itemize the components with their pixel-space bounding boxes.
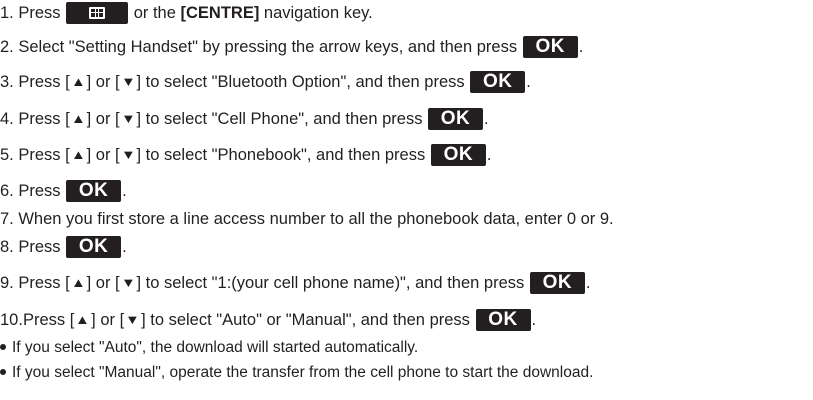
step-end: .	[578, 38, 584, 56]
bullet-text: If you select "Auto", the download will …	[12, 339, 419, 356]
ok-key-button: OK	[428, 108, 484, 130]
step-text: Press	[18, 238, 66, 256]
down-arrow-icon: ▼	[125, 312, 141, 327]
step-text: Press [	[18, 73, 70, 91]
step-text: ] or [	[86, 73, 120, 91]
step-1: 1. Press or the [CENTRE] navigation key.	[0, 2, 373, 24]
up-arrow-icon: ▲	[70, 74, 86, 89]
down-arrow-icon: ▼	[120, 74, 136, 89]
step-8: 8. Press OK .	[0, 236, 127, 258]
step-number: 9.	[0, 274, 14, 292]
ok-key-button: OK	[66, 180, 122, 202]
ok-key-button: OK	[66, 236, 122, 258]
ok-key-button: OK	[529, 272, 585, 294]
step-text: Press	[18, 182, 66, 200]
ok-key-button: OK	[470, 71, 526, 93]
step-text: ] to select "Phonebook", and then press	[136, 146, 430, 164]
bullet-item-auto: If you select "Auto", the download will …	[0, 337, 418, 359]
step-text: or the	[129, 4, 181, 22]
step-number: 7.	[0, 210, 14, 228]
step-text: ] or [	[86, 110, 120, 128]
step-text: Press [	[18, 274, 70, 292]
down-arrow-icon: ▼	[120, 111, 136, 126]
step-text: ] or [	[91, 311, 125, 329]
step-text: ] to select "Cell Phone", and then press	[136, 110, 428, 128]
ok-key-button: OK	[475, 309, 531, 331]
step-number: 10.	[0, 311, 23, 329]
step-text: Press [	[18, 146, 70, 164]
step-number: 2.	[0, 38, 14, 56]
centre-key-label: [CENTRE]	[180, 4, 260, 22]
step-end: .	[122, 182, 127, 200]
step-3: 3. Press [ ▲ ] or [ ▼ ] to select "Bluet…	[0, 71, 531, 93]
down-arrow-icon: ▼	[120, 275, 136, 290]
step-6: 6. Press OK .	[0, 180, 127, 202]
step-end: .	[526, 73, 531, 91]
step-text: ] to select "1:(your cell phone name)", …	[136, 274, 529, 292]
bullet-icon	[0, 344, 6, 350]
step-text: ] to select "Bluetooth Option", and then…	[136, 73, 470, 91]
ok-key-button: OK	[522, 36, 578, 58]
up-arrow-icon: ▲	[70, 275, 86, 290]
step-number: 3.	[0, 73, 14, 91]
step-end: .	[484, 110, 489, 128]
menu-key-button	[66, 2, 129, 24]
step-text: Press	[18, 4, 66, 22]
step-number: 5.	[0, 146, 14, 164]
step-9: 9. Press [ ▲ ] or [ ▼ ] to select "1:(yo…	[0, 272, 590, 294]
instruction-page: 1. Press or the [CENTRE] navigation key.…	[0, 0, 813, 400]
step-text: ] or [	[86, 274, 120, 292]
step-4: 4. Press [ ▲ ] or [ ▼ ] to select "Cell …	[0, 108, 489, 130]
up-arrow-icon: ▲	[70, 147, 86, 162]
step-text: Select "Setting Handset" by pressing the…	[18, 38, 522, 56]
step-text: navigation key.	[259, 4, 373, 22]
step-text: Press [	[22, 311, 75, 329]
step-number: 6.	[0, 182, 14, 200]
step-number: 4.	[0, 110, 14, 128]
step-text: ] or [	[86, 146, 120, 164]
step-text: Press [	[18, 110, 70, 128]
bullet-item-manual: If you select "Manual", operate the tran…	[0, 362, 593, 384]
step-text: ] to select "Auto" or "Manual", and then…	[141, 311, 475, 329]
step-2: 2. Select "Setting Handset" by pressing …	[0, 36, 583, 58]
down-arrow-icon: ▼	[120, 147, 136, 162]
step-text: When you first store a line access numbe…	[18, 210, 614, 228]
bullet-icon	[0, 369, 6, 375]
step-end: .	[122, 238, 127, 256]
up-arrow-icon: ▲	[75, 312, 91, 327]
step-10: 10. Press [ ▲ ] or [ ▼ ] to select "Auto…	[0, 309, 536, 331]
up-arrow-icon: ▲	[70, 111, 86, 126]
bullet-text: If you select "Manual", operate the tran…	[12, 364, 594, 381]
step-number: 1.	[0, 4, 14, 22]
ok-key-button: OK	[430, 144, 486, 166]
step-end: .	[486, 146, 492, 164]
step-end: .	[531, 311, 537, 329]
step-7: 7. When you first store a line access nu…	[0, 208, 614, 230]
step-end: .	[585, 274, 591, 292]
step-5: 5. Press [ ▲ ] or [ ▼ ] to select "Phone…	[0, 144, 491, 166]
grid-menu-icon	[89, 7, 106, 19]
step-number: 8.	[0, 238, 14, 256]
